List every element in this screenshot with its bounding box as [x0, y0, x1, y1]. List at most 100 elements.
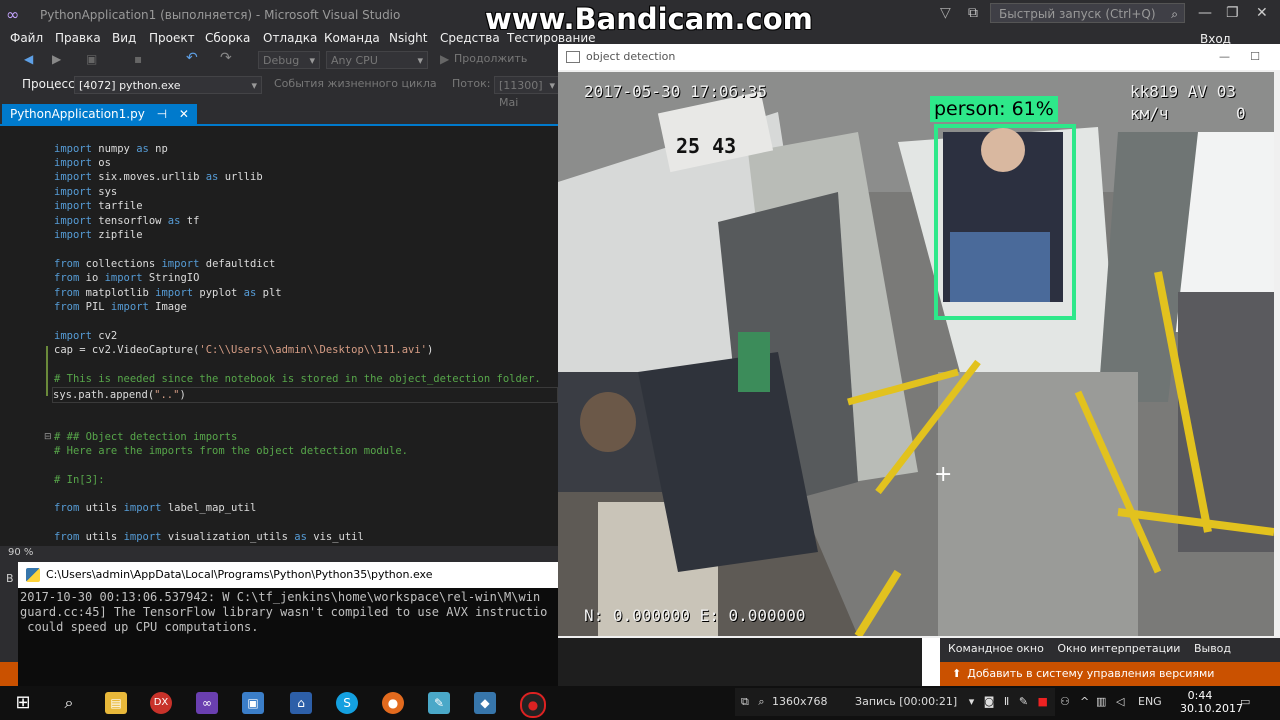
- pin-icon[interactable]: ⊣: [157, 107, 167, 121]
- start-icon[interactable]: ⊞: [12, 692, 34, 714]
- add-to-source-control[interactable]: Добавить в систему управления версиями: [967, 667, 1214, 680]
- tab-command-window[interactable]: Командное окно: [948, 642, 1044, 655]
- pause-icon[interactable]: Ⅱ: [1004, 695, 1009, 708]
- python-icon: [26, 568, 40, 582]
- document-tabstrip: PythonApplication1.py ⊣ ✕: [0, 104, 558, 126]
- back-icon[interactable]: ◀: [24, 52, 33, 66]
- visual-studio-logo-icon: ∞: [6, 5, 20, 24]
- code-line: import tensorflow as tf: [54, 215, 200, 227]
- app-window-icon[interactable]: ▣: [242, 692, 264, 714]
- changed-lines-marker: [46, 346, 48, 396]
- quick-launch-input[interactable]: Быстрый запуск (Ctrl+Q) ⌕: [990, 3, 1185, 23]
- object-detection-window[interactable]: object detection — ☐ 2017-05-30 17:06:35…: [558, 44, 1280, 638]
- od-minimize-icon[interactable]: —: [1219, 44, 1230, 70]
- code-editor[interactable]: import numpy as np import os import six.…: [0, 126, 558, 546]
- new-file-icon[interactable]: ▣: [86, 52, 97, 66]
- code-line: from PIL import Image: [54, 301, 187, 313]
- od-maximize-icon[interactable]: ☐: [1250, 44, 1260, 70]
- recording-time: Запись [00:00:21]: [855, 695, 958, 708]
- solution-configuration-select[interactable]: Debug: [258, 51, 320, 70]
- thread-label: Поток:: [452, 77, 491, 90]
- menu-tools[interactable]: Средства: [440, 31, 500, 45]
- continue-icon[interactable]: ▶: [440, 52, 449, 66]
- network-icon[interactable]: ⌂: [290, 692, 312, 714]
- menu-team[interactable]: Команда: [324, 31, 380, 45]
- dx-icon[interactable]: DX: [150, 692, 172, 714]
- undo-icon[interactable]: ↶: [186, 50, 198, 66]
- tab-label: PythonApplication1.py: [10, 107, 145, 121]
- code-comment: # Here are the imports from the object d…: [54, 445, 409, 457]
- camera-timestamp: 2017-05-30 17:06:35: [584, 82, 768, 101]
- cursor-crosshair-icon: +: [934, 462, 953, 487]
- notes-icon[interactable]: ✎: [428, 692, 450, 714]
- debug-location-toolbar: Процесс: [4072] python.exe События жизне…: [0, 72, 560, 109]
- pen-icon[interactable]: ✎: [1019, 695, 1028, 708]
- menu-build[interactable]: Сборка: [205, 31, 250, 45]
- tab-output[interactable]: Вывод: [1194, 642, 1231, 655]
- tab-pythonapplication1[interactable]: PythonApplication1.py ⊣ ✕: [2, 104, 197, 124]
- close-tab-icon[interactable]: ✕: [179, 107, 189, 121]
- menu-edit[interactable]: Правка: [55, 31, 101, 45]
- minimize-icon[interactable]: —: [1198, 5, 1212, 21]
- firefox-icon[interactable]: ●: [382, 692, 404, 714]
- code-line: import zipfile: [54, 229, 143, 241]
- search-icon[interactable]: ⌕: [58, 692, 80, 714]
- dropdown-icon[interactable]: ▾: [969, 695, 975, 708]
- code-comment: # ## Object detection imports: [54, 431, 238, 443]
- continue-button[interactable]: Продолжить: [454, 52, 527, 65]
- language-indicator[interactable]: ENG: [1138, 688, 1162, 716]
- lifecycle-events-select[interactable]: События жизненного цикла: [274, 77, 437, 90]
- bus-camera-scene: [558, 72, 1274, 636]
- speed-value: 0: [1236, 104, 1246, 123]
- tray-volume-icon[interactable]: ◁: [1116, 688, 1124, 716]
- python-app-icon[interactable]: ◆: [474, 692, 496, 714]
- od-titlebar: object detection — ☐: [558, 44, 1280, 70]
- menu-view[interactable]: Вид: [112, 31, 136, 45]
- camera-icon[interactable]: ◙: [984, 695, 995, 708]
- tray-chevron-icon[interactable]: ^: [1080, 688, 1089, 716]
- menu-test[interactable]: Тестирование: [507, 31, 596, 45]
- forward-icon[interactable]: ▶: [52, 52, 61, 66]
- magnifier-icon[interactable]: ⌕: [758, 695, 764, 708]
- collapse-icon[interactable]: ⊟: [44, 432, 52, 442]
- save-icon[interactable]: ▪: [134, 52, 142, 66]
- tray-network-icon[interactable]: ▥: [1096, 688, 1106, 716]
- quick-launch-placeholder: Быстрый запуск (Ctrl+Q): [999, 7, 1156, 21]
- vehicle-id: kk819 AV 03: [1130, 82, 1236, 101]
- zoom-level[interactable]: 90 %: [8, 547, 33, 558]
- code-line: from utils import label_map_util: [54, 502, 257, 514]
- close-icon[interactable]: ✕: [1256, 5, 1268, 21]
- notifications-icon[interactable]: ▭: [1240, 688, 1250, 716]
- source-control-bar[interactable]: ⬆ Добавить в систему управления версиями: [940, 662, 1280, 686]
- console-line: 2017-10-30 00:13:06.537942: W C:\tf_jenk…: [20, 590, 541, 604]
- console-line: could speed up CPU computations.: [20, 620, 259, 634]
- menu-project[interactable]: Проект: [149, 31, 195, 45]
- bandicam-window-icon[interactable]: ⧉: [741, 695, 749, 708]
- menu-debug[interactable]: Отладка: [263, 31, 317, 45]
- tab-interactive-window[interactable]: Окно интерпретации: [1057, 642, 1180, 655]
- clock-date: 30.10.2017: [1180, 702, 1243, 715]
- search-icon: ⌕: [1171, 7, 1178, 21]
- stop-icon[interactable]: ■: [1038, 695, 1048, 708]
- left-panel-marker: B: [6, 572, 14, 585]
- file-explorer-icon[interactable]: ▤: [105, 692, 127, 714]
- process-select[interactable]: [4072] python.exe: [74, 76, 262, 94]
- skype-icon[interactable]: S: [336, 692, 358, 714]
- redo-icon[interactable]: ↷: [220, 50, 232, 66]
- code-line: import sys: [54, 186, 118, 198]
- visual-studio-icon[interactable]: ∞: [196, 692, 218, 714]
- solution-platform-select[interactable]: Any CPU: [326, 51, 428, 70]
- editor-statusbar: 90 %: [0, 546, 558, 560]
- restore-icon[interactable]: ❐: [1226, 5, 1239, 21]
- menu-file[interactable]: Файл: [10, 31, 43, 45]
- bandicam-record-icon[interactable]: ●: [520, 692, 546, 718]
- tray-people-icon[interactable]: ⚇: [1060, 688, 1070, 716]
- remote-icon[interactable]: ⧉: [968, 5, 978, 21]
- menu-nsight[interactable]: Nsight: [389, 31, 428, 45]
- detection-label: person: 61%: [930, 96, 1058, 122]
- code-line: import six.moves.urllib as urllib: [54, 171, 263, 183]
- capture-resolution: 1360x768: [772, 695, 828, 708]
- thread-select[interactable]: [11300] Mai: [494, 76, 560, 109]
- filter-icon[interactable]: ▽: [940, 5, 951, 21]
- clock[interactable]: 0:44 30.10.2017: [1180, 688, 1243, 715]
